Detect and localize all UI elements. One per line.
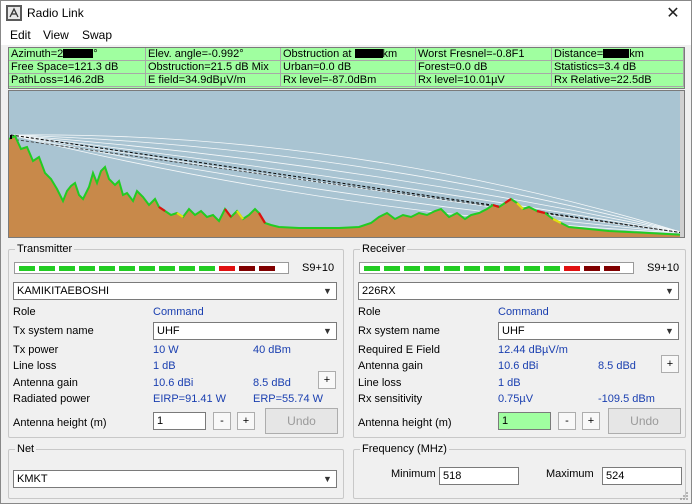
- obstruction-loss-cell: Obstruction=21.5 dB Mix: [146, 61, 281, 74]
- transmitter-group: Transmitter S9+10 KAMIKITAEBOSHI ▼ Role C…: [8, 243, 344, 438]
- net-select[interactable]: KMKT ▼: [13, 470, 337, 488]
- rx-height-increment[interactable]: +: [582, 412, 600, 430]
- forest-cell: Forest=0.0 dB: [416, 61, 552, 74]
- chevron-down-icon: ▼: [320, 284, 335, 298]
- tx-height-increment[interactable]: +: [237, 412, 255, 430]
- e-field-cell: E field=34.9dBµV/m: [146, 74, 281, 87]
- tx-role-label: Role: [13, 306, 36, 318]
- tx-system-select[interactable]: UHF ▼: [153, 322, 337, 340]
- tx-gain-label: Antenna gain: [13, 377, 78, 389]
- rx-sensitivity-label: Rx sensitivity: [358, 393, 423, 405]
- title-bar: Radio Link ✕: [1, 1, 691, 25]
- tx-signal-meter: [14, 262, 289, 274]
- redacted-mask: [354, 49, 383, 58]
- rx-system-label: Rx system name: [358, 325, 440, 337]
- tx-height-label: Antenna height (m): [13, 417, 107, 429]
- frequency-group: Frequency (MHz) Minimum 518 Maximum 524: [353, 443, 686, 499]
- statistics-cell: Statistics=3.4 dB: [552, 61, 684, 74]
- chevron-down-icon: ▼: [320, 324, 335, 338]
- terrain-profile[interactable]: [8, 90, 685, 238]
- frequency-min-input[interactable]: 518: [439, 467, 519, 485]
- azimuth-cell: Azimuth=2 °: [9, 48, 146, 61]
- rx-line-loss-label: Line loss: [358, 377, 402, 389]
- tx-role-value: Command: [153, 306, 204, 318]
- rx-signal-meter: [359, 262, 634, 274]
- rx-gain-label: Antenna gain: [358, 360, 423, 372]
- tx-site-select[interactable]: KAMIKITAEBOSHI ▼: [13, 282, 337, 300]
- tx-erp: ERP=55.74 W: [253, 393, 324, 405]
- tx-radiated-label: Radiated power: [13, 393, 91, 405]
- rx-meter-label: S9+10: [647, 262, 680, 274]
- tx-power-w: 10 W: [153, 344, 179, 356]
- frequency-max-input[interactable]: 524: [602, 467, 682, 485]
- chevron-down-icon: ▼: [662, 324, 677, 338]
- tx-eirp: EIRP=91.41 W: [153, 393, 227, 405]
- tx-line-loss-label: Line loss: [13, 360, 57, 372]
- rx-sensitivity-dbm: -109.5 dBm: [598, 393, 655, 405]
- tx-gain-add-button[interactable]: +: [318, 371, 336, 389]
- receiver-group: Receiver S9+10 226RX ▼ Role Command Rx sy…: [353, 243, 686, 438]
- rx-role-value: Command: [498, 306, 549, 318]
- net-title: Net: [15, 443, 37, 455]
- chevron-down-icon: ▼: [662, 284, 677, 298]
- close-icon[interactable]: ✕: [663, 3, 683, 23]
- radio-link-window: Radio Link ✕ Edit View Swap Azimuth=2 ° E…: [0, 0, 692, 504]
- rx-gain-add-button[interactable]: +: [661, 355, 679, 373]
- tx-power-dbm: 40 dBm: [253, 344, 291, 356]
- rx-relative-cell: Rx Relative=22.5dB: [552, 74, 684, 87]
- transmitter-title: Transmitter: [15, 243, 75, 255]
- tx-line-loss-value: 1 dB: [153, 360, 176, 372]
- tx-gain-dbi: 10.6 dBi: [153, 377, 194, 389]
- obstruction-location-cell: Obstruction at km: [281, 48, 416, 61]
- rx-system-select[interactable]: UHF ▼: [498, 322, 679, 340]
- rx-line-loss-value: 1 dB: [498, 377, 521, 389]
- rx-level-uv-cell: Rx level=10.01µV: [416, 74, 552, 87]
- path-loss-cell: PathLoss=146.2dB: [9, 74, 146, 87]
- terrain-profile-graphic: [9, 134, 684, 237]
- free-space-cell: Free Space=121.3 dB: [9, 61, 146, 74]
- rx-field-value: 12.44 dBµV/m: [498, 344, 568, 356]
- rx-site-select[interactable]: 226RX ▼: [358, 282, 679, 300]
- rx-field-label: Required E Field: [358, 344, 440, 356]
- profile-scrollbar[interactable]: [680, 91, 684, 237]
- chevron-down-icon: ▼: [320, 472, 335, 486]
- tx-system-label: Tx system name: [13, 325, 94, 337]
- rx-height-input[interactable]: 1: [498, 412, 551, 430]
- worst-fresnel-cell: Worst Fresnel=-0.8F1: [416, 48, 552, 61]
- rx-sensitivity-uv: 0.75µV: [498, 393, 534, 405]
- redacted-mask: [603, 49, 630, 58]
- radio-tower-icon: [6, 5, 22, 21]
- rx-height-label: Antenna height (m): [358, 417, 452, 429]
- resize-grip-icon[interactable]: [679, 491, 689, 501]
- rx-gain-dbi: 10.6 dBi: [498, 360, 539, 372]
- rx-role-label: Role: [358, 306, 381, 318]
- tx-meter-label: S9+10: [302, 262, 335, 274]
- window-title: Radio Link: [27, 6, 84, 20]
- receiver-title: Receiver: [360, 243, 408, 255]
- rx-level-dbm-cell: Rx level=-87.0dBm: [281, 74, 416, 87]
- tx-undo-button[interactable]: Undo: [265, 408, 338, 434]
- menu-bar: Edit View Swap: [1, 25, 691, 45]
- menu-view[interactable]: View: [43, 28, 69, 42]
- urban-cell: Urban=0.0 dB: [281, 61, 416, 74]
- tx-power-label: Tx power: [13, 344, 59, 356]
- menu-swap[interactable]: Swap: [82, 28, 112, 42]
- distance-cell: Distance= km: [552, 48, 684, 61]
- rx-gain-dbd: 8.5 dBd: [598, 360, 636, 372]
- tx-height-decrement[interactable]: -: [213, 412, 231, 430]
- frequency-title: Frequency (MHz): [360, 443, 449, 455]
- elevation-cell: Elev. angle=-0.992°: [146, 48, 281, 61]
- menu-edit[interactable]: Edit: [10, 28, 31, 42]
- redacted-mask: [63, 49, 94, 58]
- rx-undo-button[interactable]: Undo: [608, 408, 681, 434]
- rx-height-decrement[interactable]: -: [558, 412, 576, 430]
- link-info-grid: Azimuth=2 ° Elev. angle=-0.992° Obstructi…: [8, 47, 685, 89]
- frequency-min-label: Minimum: [391, 468, 436, 480]
- tx-height-input[interactable]: 1: [153, 412, 206, 430]
- tx-gain-dbd: 8.5 dBd: [253, 377, 291, 389]
- frequency-max-label: Maximum: [546, 468, 594, 480]
- net-group: Net KMKT ▼: [8, 443, 344, 499]
